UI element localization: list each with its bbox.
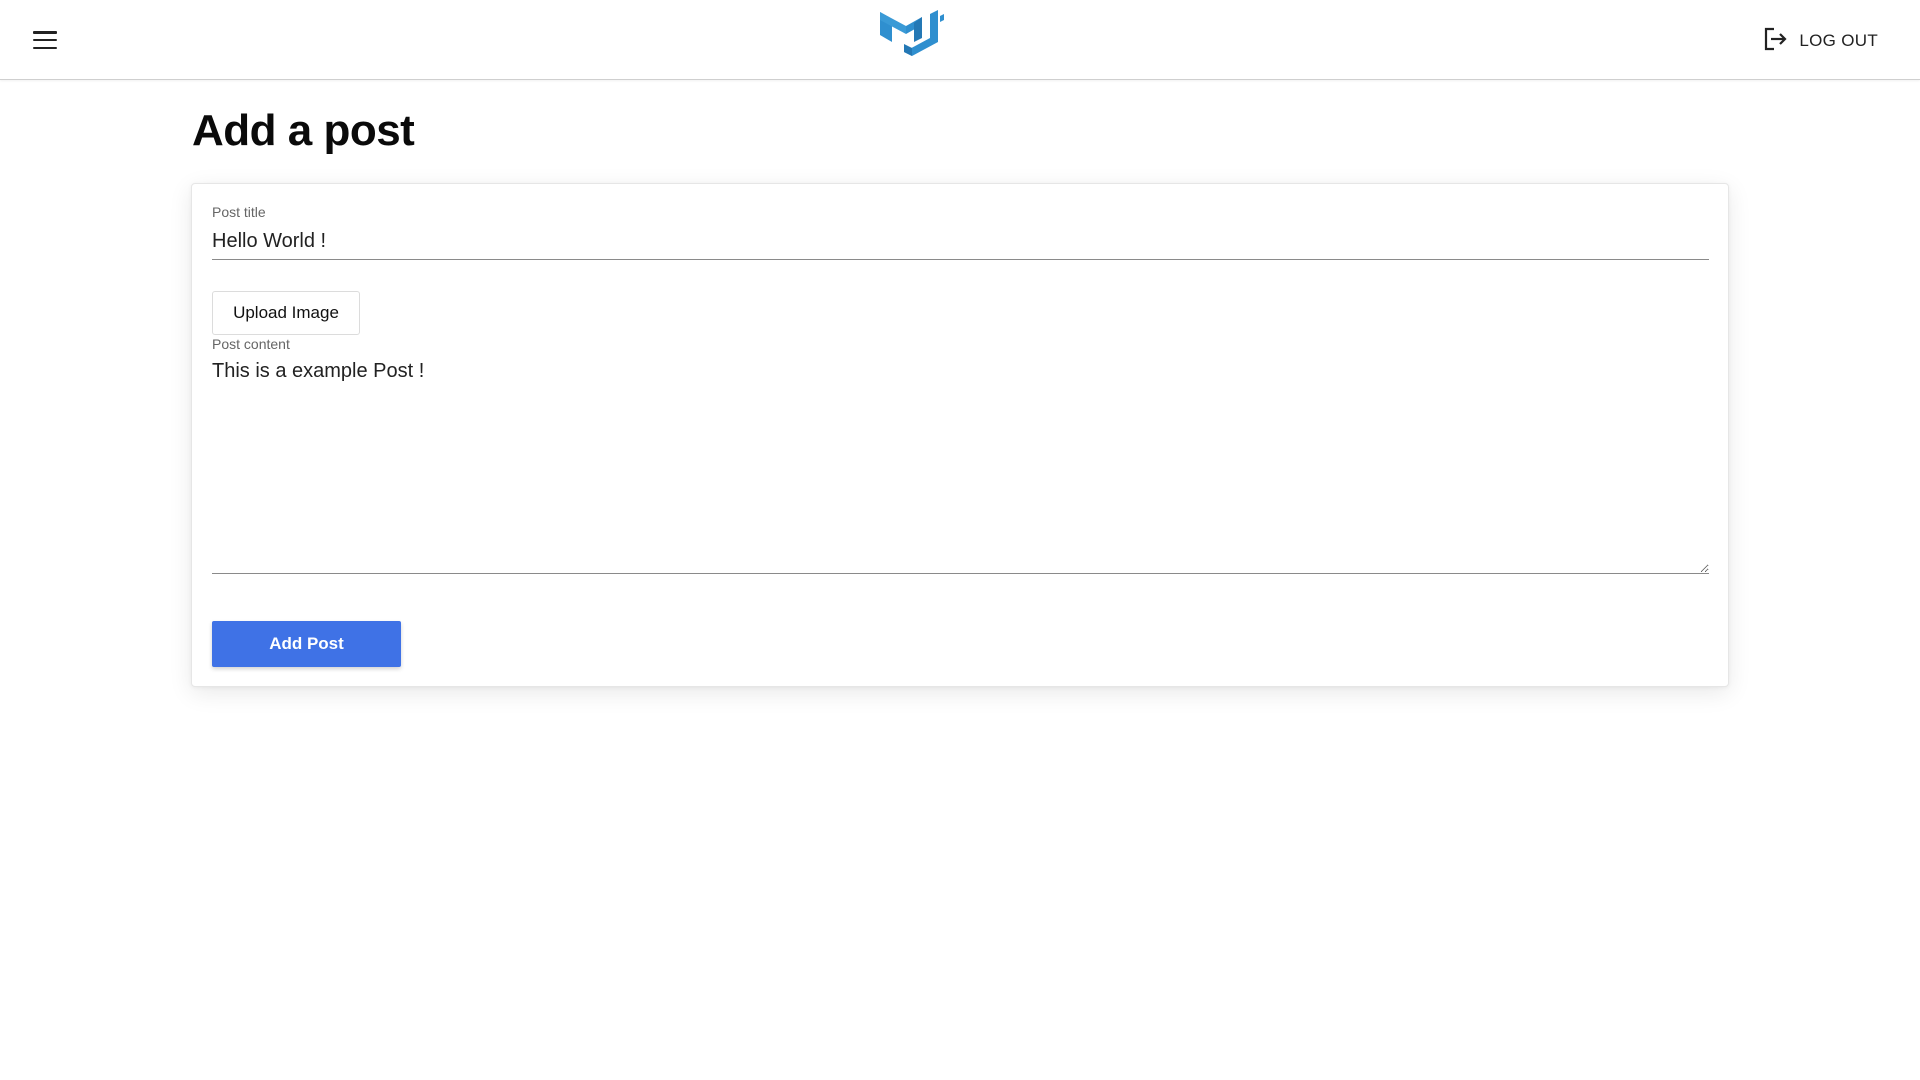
add-post-form: Post title Upload Image Post content Thi… <box>191 183 1729 687</box>
hamburger-menu-icon <box>33 31 57 49</box>
menu-button[interactable] <box>22 22 68 58</box>
add-post-button[interactable]: Add Post <box>212 621 401 667</box>
logout-button[interactable]: LOG OUT <box>1755 24 1884 58</box>
mui-logo-icon <box>878 8 946 60</box>
upload-image-button[interactable]: Upload Image <box>212 291 360 335</box>
app-header: LOG OUT <box>0 0 1920 80</box>
logout-label: LOG OUT <box>1799 31 1878 50</box>
post-title-label: Post title <box>212 204 266 220</box>
logout-icon <box>1761 25 1789 58</box>
post-title-input[interactable] <box>212 224 1709 260</box>
page-title: Add a post <box>192 106 415 155</box>
post-content-label: Post content <box>212 336 290 352</box>
post-content-textarea[interactable]: This is a example Post ! <box>212 358 1709 574</box>
